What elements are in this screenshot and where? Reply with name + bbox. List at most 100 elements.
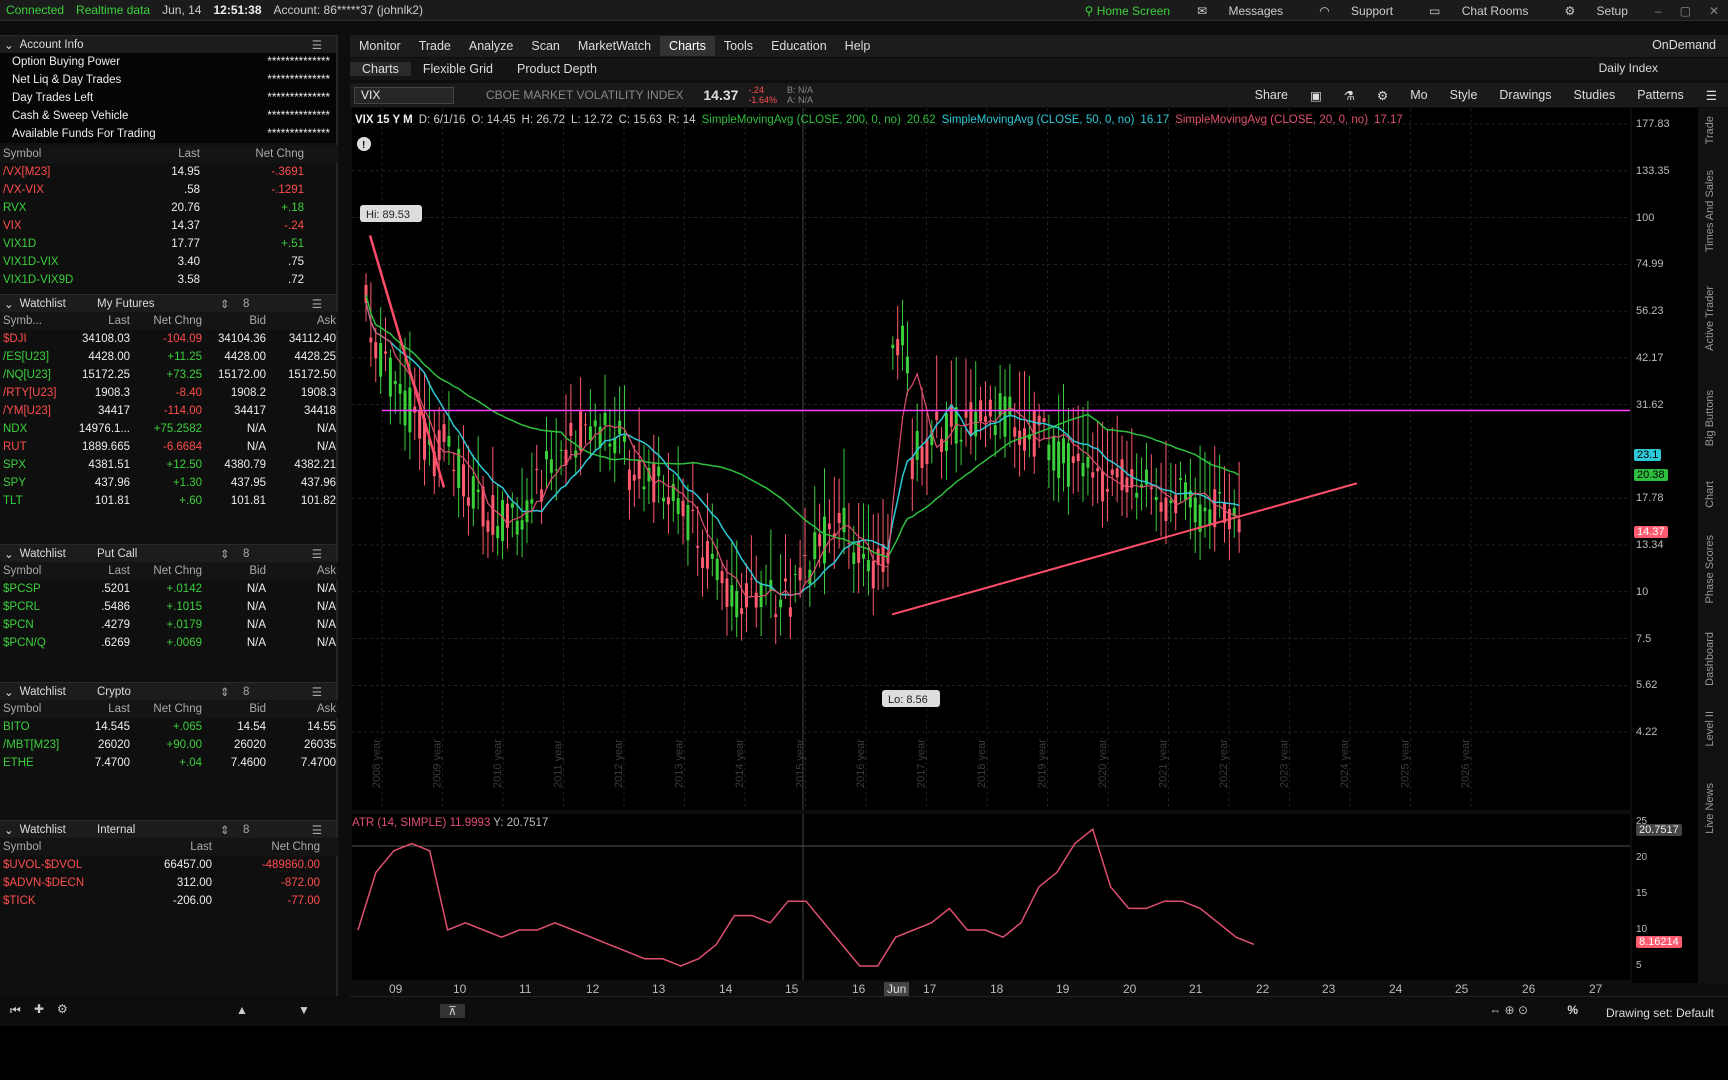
table-row[interactable]: $PCN/Q .6269 +.0069 N/A N/A bbox=[0, 634, 338, 652]
menu-analyze[interactable]: Analyze bbox=[460, 39, 522, 53]
table-row[interactable]: $TICK -206.00 -77.00 bbox=[0, 892, 338, 910]
updown-icon[interactable]: ⇕ bbox=[220, 547, 230, 561]
table-row[interactable]: /NQ[U23] 15172.25 +73.25 15172.00 15172.50 bbox=[0, 366, 338, 384]
subtab-charts[interactable]: Charts bbox=[350, 62, 411, 76]
table-row[interactable]: $UVOL-$DVOL 66457.00 -489860.00 bbox=[0, 856, 338, 874]
menu-help[interactable]: Help bbox=[836, 39, 880, 53]
first-icon[interactable]: ⏮ bbox=[10, 1003, 21, 1018]
hamburger-icon[interactable]: ☰ bbox=[312, 823, 322, 837]
link-icon[interactable]: 8 bbox=[243, 548, 249, 560]
side-tab-dashboard[interactable]: Dashboard bbox=[1704, 632, 1716, 686]
table-row[interactable]: NDX 14976.1... +75.2582 N/A N/A bbox=[0, 420, 338, 438]
account-selector[interactable]: Account: 86*****37 (johnlk2) bbox=[268, 3, 429, 17]
minimize-button[interactable]: – bbox=[1646, 4, 1671, 18]
column-header[interactable]: Net Chng bbox=[132, 312, 204, 330]
table-row[interactable]: VIX 14.37 -.24 bbox=[0, 217, 338, 235]
side-tab-trade[interactable]: Trade bbox=[1704, 116, 1716, 144]
table-row[interactable]: RUT 1889.665 -6.6684 N/A N/A bbox=[0, 438, 338, 456]
watchlist-name[interactable]: Crypto bbox=[97, 686, 131, 698]
hamburger-icon[interactable]: ☰ bbox=[312, 38, 322, 52]
subtab-flexible-grid[interactable]: Flexible Grid bbox=[411, 62, 505, 76]
column-header[interactable]: Bid bbox=[204, 562, 268, 580]
drawings-button[interactable]: Drawings bbox=[1488, 88, 1562, 102]
menu-tools[interactable]: Tools bbox=[715, 39, 762, 53]
column-header[interactable]: Last bbox=[62, 562, 132, 580]
daily-index-label[interactable]: Daily Index bbox=[1599, 61, 1658, 75]
setup-button[interactable]: ⚙ Setup bbox=[1546, 4, 1645, 18]
futures-watchlist-header[interactable]: ⌄ Watchlist My Futures ⇕ 8 ☰ bbox=[0, 294, 336, 312]
chevron-down-icon[interactable]: ⌄ bbox=[4, 685, 14, 699]
side-tab-level-ii[interactable]: Level II bbox=[1704, 711, 1716, 746]
table-row[interactable]: SPY 437.96 +1.30 437.95 437.96 bbox=[0, 474, 338, 492]
putcall-watchlist-header[interactable]: ⌄ Watchlist Put Call ⇕ 8 ☰ bbox=[0, 544, 336, 562]
patterns-button[interactable]: Patterns bbox=[1626, 88, 1695, 102]
watchlist-name[interactable]: Internal bbox=[97, 824, 135, 836]
add-icon[interactable]: ✚ bbox=[34, 1002, 44, 1016]
table-row[interactable]: TLT 101.81 +.60 101.81 101.82 bbox=[0, 492, 338, 510]
column-header[interactable]: Symbol bbox=[0, 145, 140, 163]
table-row[interactable]: /RTY[U23] 1908.3 -8.40 1908.2 1908.3 bbox=[0, 384, 338, 402]
column-header[interactable]: Net Chng bbox=[202, 145, 306, 163]
gear-icon[interactable]: ⚙ bbox=[1366, 88, 1399, 103]
account-info-header[interactable]: ⌄ Account Info ☰ bbox=[0, 35, 336, 53]
close-button[interactable]: ✕ bbox=[1700, 4, 1728, 18]
hamburger-icon[interactable]: ☰ bbox=[312, 685, 322, 699]
table-row[interactable]: BITO 14.545 +.065 14.54 14.55 bbox=[0, 718, 338, 736]
watchlist-name[interactable]: Put Call bbox=[97, 548, 137, 560]
share-button[interactable]: Share bbox=[1244, 88, 1299, 102]
trend-line[interactable] bbox=[891, 482, 1358, 616]
column-header[interactable]: Net Chng bbox=[214, 838, 322, 856]
studies-button[interactable]: Studies bbox=[1563, 88, 1627, 102]
chat-rooms-button[interactable]: ▭ Chat Rooms bbox=[1411, 4, 1546, 18]
menu-charts[interactable]: Charts bbox=[660, 36, 715, 56]
zoom-icon[interactable]: ⇔ ⊕ ⊙ bbox=[1489, 1003, 1528, 1017]
column-header[interactable]: Ask bbox=[268, 562, 338, 580]
side-tab-active-trader[interactable]: Active Trader bbox=[1704, 286, 1716, 351]
chevron-down-icon[interactable]: ⌄ bbox=[4, 823, 14, 837]
side-tab-chart[interactable]: Chart bbox=[1704, 481, 1716, 508]
link-icon[interactable]: 8 bbox=[243, 824, 249, 836]
side-tab-times-and-sales[interactable]: Times And Sales bbox=[1704, 170, 1716, 252]
support-button[interactable]: ◠ Support bbox=[1301, 4, 1411, 18]
column-header[interactable]: Last bbox=[62, 700, 132, 718]
menu-marketwatch[interactable]: MarketWatch bbox=[569, 39, 660, 53]
crypto-watchlist-header[interactable]: ⌄ Watchlist Crypto ⇕ 8 ☰ bbox=[0, 682, 336, 700]
maximize-button[interactable]: ▢ bbox=[1671, 4, 1700, 18]
screenshot-icon[interactable]: ▣ bbox=[1299, 88, 1333, 103]
table-row[interactable]: /VX[M23] 14.95 -.3691 bbox=[0, 163, 338, 181]
table-row[interactable]: /MBT[M23] 26020 +90.00 26020 26035 bbox=[0, 736, 338, 754]
column-header[interactable]: Last bbox=[62, 312, 132, 330]
column-header[interactable]: Symb... bbox=[0, 312, 62, 330]
table-row[interactable]: VIX1D-VIX 3.40 .75 bbox=[0, 253, 338, 271]
column-header[interactable]: Net Chng bbox=[132, 562, 204, 580]
menu-trade[interactable]: Trade bbox=[410, 39, 460, 53]
style-button[interactable]: Style bbox=[1439, 88, 1489, 102]
side-tab-live-news[interactable]: Live News bbox=[1704, 783, 1716, 834]
atr-chart-svg[interactable] bbox=[352, 814, 1630, 980]
time-axis[interactable]: 09 10 11 12 13 14 15 16 Jun 17 18 19 20 21 22 23 24 25 26 2… bbox=[352, 980, 1630, 996]
column-header[interactable]: Bid bbox=[204, 312, 268, 330]
column-header[interactable]: Symbol bbox=[0, 562, 62, 580]
table-row[interactable]: ETHE 7.4700 +.04 7.4600 7.4700 bbox=[0, 754, 338, 772]
subtab-product-depth[interactable]: Product Depth bbox=[505, 62, 609, 76]
table-row[interactable]: $DJI 34108.03 -104.09 34104.36 34112.40 bbox=[0, 330, 338, 348]
price-chart[interactable]: 2008 year 2009 year 2010 year 2011 year 2012… bbox=[352, 108, 1630, 810]
internal-watchlist-header[interactable]: ⌄ Watchlist Internal ⇕ 8 ☰ bbox=[0, 820, 336, 838]
side-tab-phase-scores[interactable]: Phase Scores bbox=[1704, 535, 1716, 603]
home-screen-button[interactable]: ⚲ Home Screen bbox=[1076, 4, 1180, 18]
updown-icon[interactable]: ⇕ bbox=[220, 685, 230, 699]
hamburger-icon[interactable]: ☰ bbox=[312, 297, 322, 311]
column-header[interactable]: Last bbox=[110, 838, 214, 856]
sma20-label[interactable]: SimpleMovingAvg (CLOSE, 20, 0, no) bbox=[1172, 114, 1371, 126]
link-icon[interactable]: 8 bbox=[243, 298, 249, 310]
updown-icon[interactable]: ⇕ bbox=[220, 823, 230, 837]
column-header[interactable]: Symbol bbox=[0, 700, 62, 718]
chevron-down-icon[interactable]: ⌄ bbox=[4, 38, 14, 52]
price-chart-svg[interactable]: 2008 year 2009 year 2010 year 2011 year 2012… bbox=[352, 108, 1630, 810]
table-row[interactable]: VIX1D 17.77 +.51 bbox=[0, 235, 338, 253]
messages-button[interactable]: ✉ Messages bbox=[1179, 4, 1301, 18]
atr-label[interactable]: ATR (14, SIMPLE) bbox=[352, 817, 446, 829]
watchlist-name[interactable]: My Futures bbox=[97, 298, 155, 310]
ondemand-button[interactable]: OnDemand bbox=[1652, 38, 1716, 52]
table-row[interactable]: $PCRL .5486 +.1015 N/A N/A bbox=[0, 598, 338, 616]
